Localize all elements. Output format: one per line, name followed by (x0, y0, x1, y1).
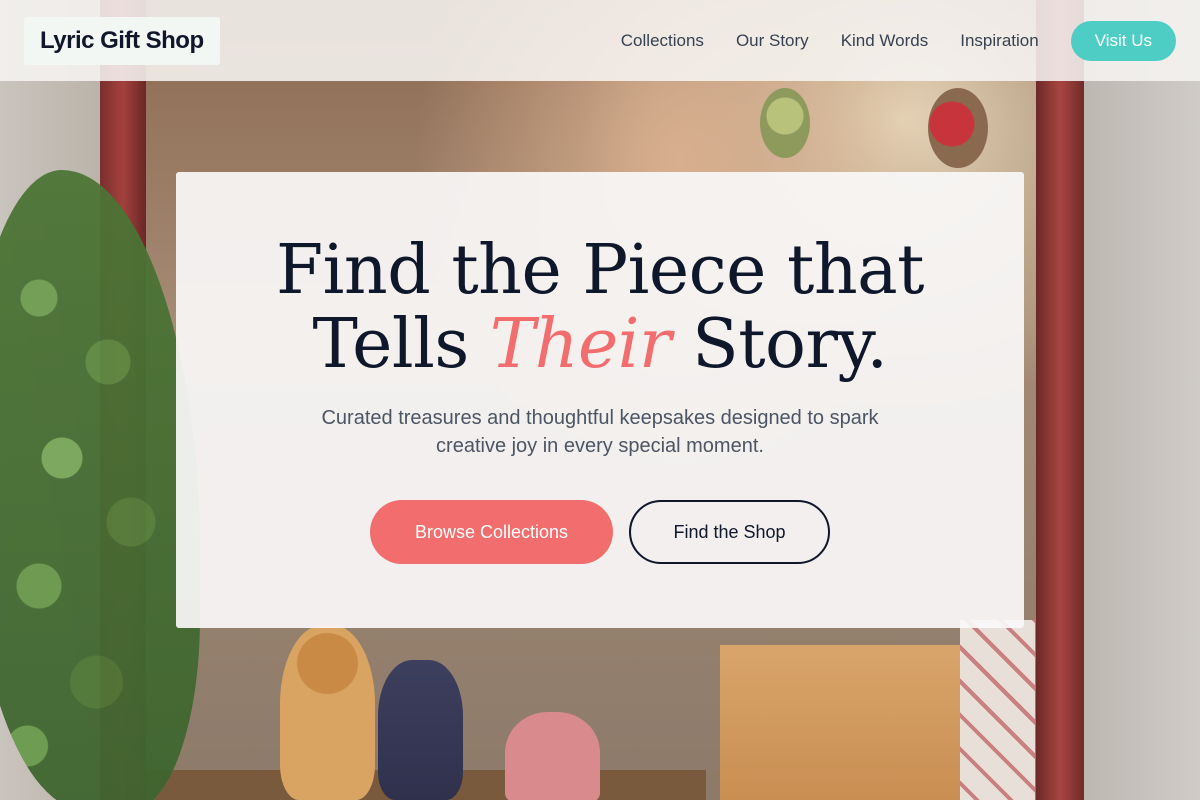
find-the-shop-button[interactable]: Find the Shop (629, 500, 830, 564)
window-frame-right (1036, 0, 1084, 800)
hero-title-accent-word: Their (489, 305, 672, 384)
plush-elephant-toy (378, 660, 463, 800)
hero-title: Find the Piece that Tells Their Story. (275, 231, 925, 384)
visit-us-button[interactable]: Visit Us (1070, 20, 1176, 61)
nav-link-inspiration[interactable]: Inspiration (960, 31, 1038, 51)
site-logo[interactable]: Lyric Gift Shop (24, 16, 220, 65)
plush-lion-toy (280, 625, 375, 800)
browse-collections-button[interactable]: Browse Collections (370, 500, 613, 564)
main-nav: Collections Our Story Kind Words Inspira… (621, 20, 1176, 61)
animal-hooks-board (720, 645, 965, 800)
hero-card: Find the Piece that Tells Their Story. C… (176, 172, 1024, 628)
hero-cta-row: Browse Collections Find the Shop (370, 500, 830, 564)
nav-link-collections[interactable]: Collections (621, 31, 704, 51)
robin-illustration (928, 88, 988, 168)
nav-link-our-story[interactable]: Our Story (736, 31, 809, 51)
hero-title-line2-end: Story. (671, 305, 888, 384)
hero-subtitle: Curated treasures and thoughtful keepsak… (321, 407, 879, 457)
hero-title-line2-start: Tells (312, 305, 490, 384)
hero-title-line1: Find the Piece that (275, 231, 925, 310)
nav-link-kind-words[interactable]: Kind Words (841, 31, 929, 51)
stone-wall-right (1080, 0, 1200, 800)
plush-pig-toy (505, 712, 600, 800)
site-header: Lyric Gift Shop Collections Our Story Ki… (0, 0, 1200, 81)
bird-illustration (760, 88, 810, 158)
bird-print-fabric (960, 620, 1035, 800)
